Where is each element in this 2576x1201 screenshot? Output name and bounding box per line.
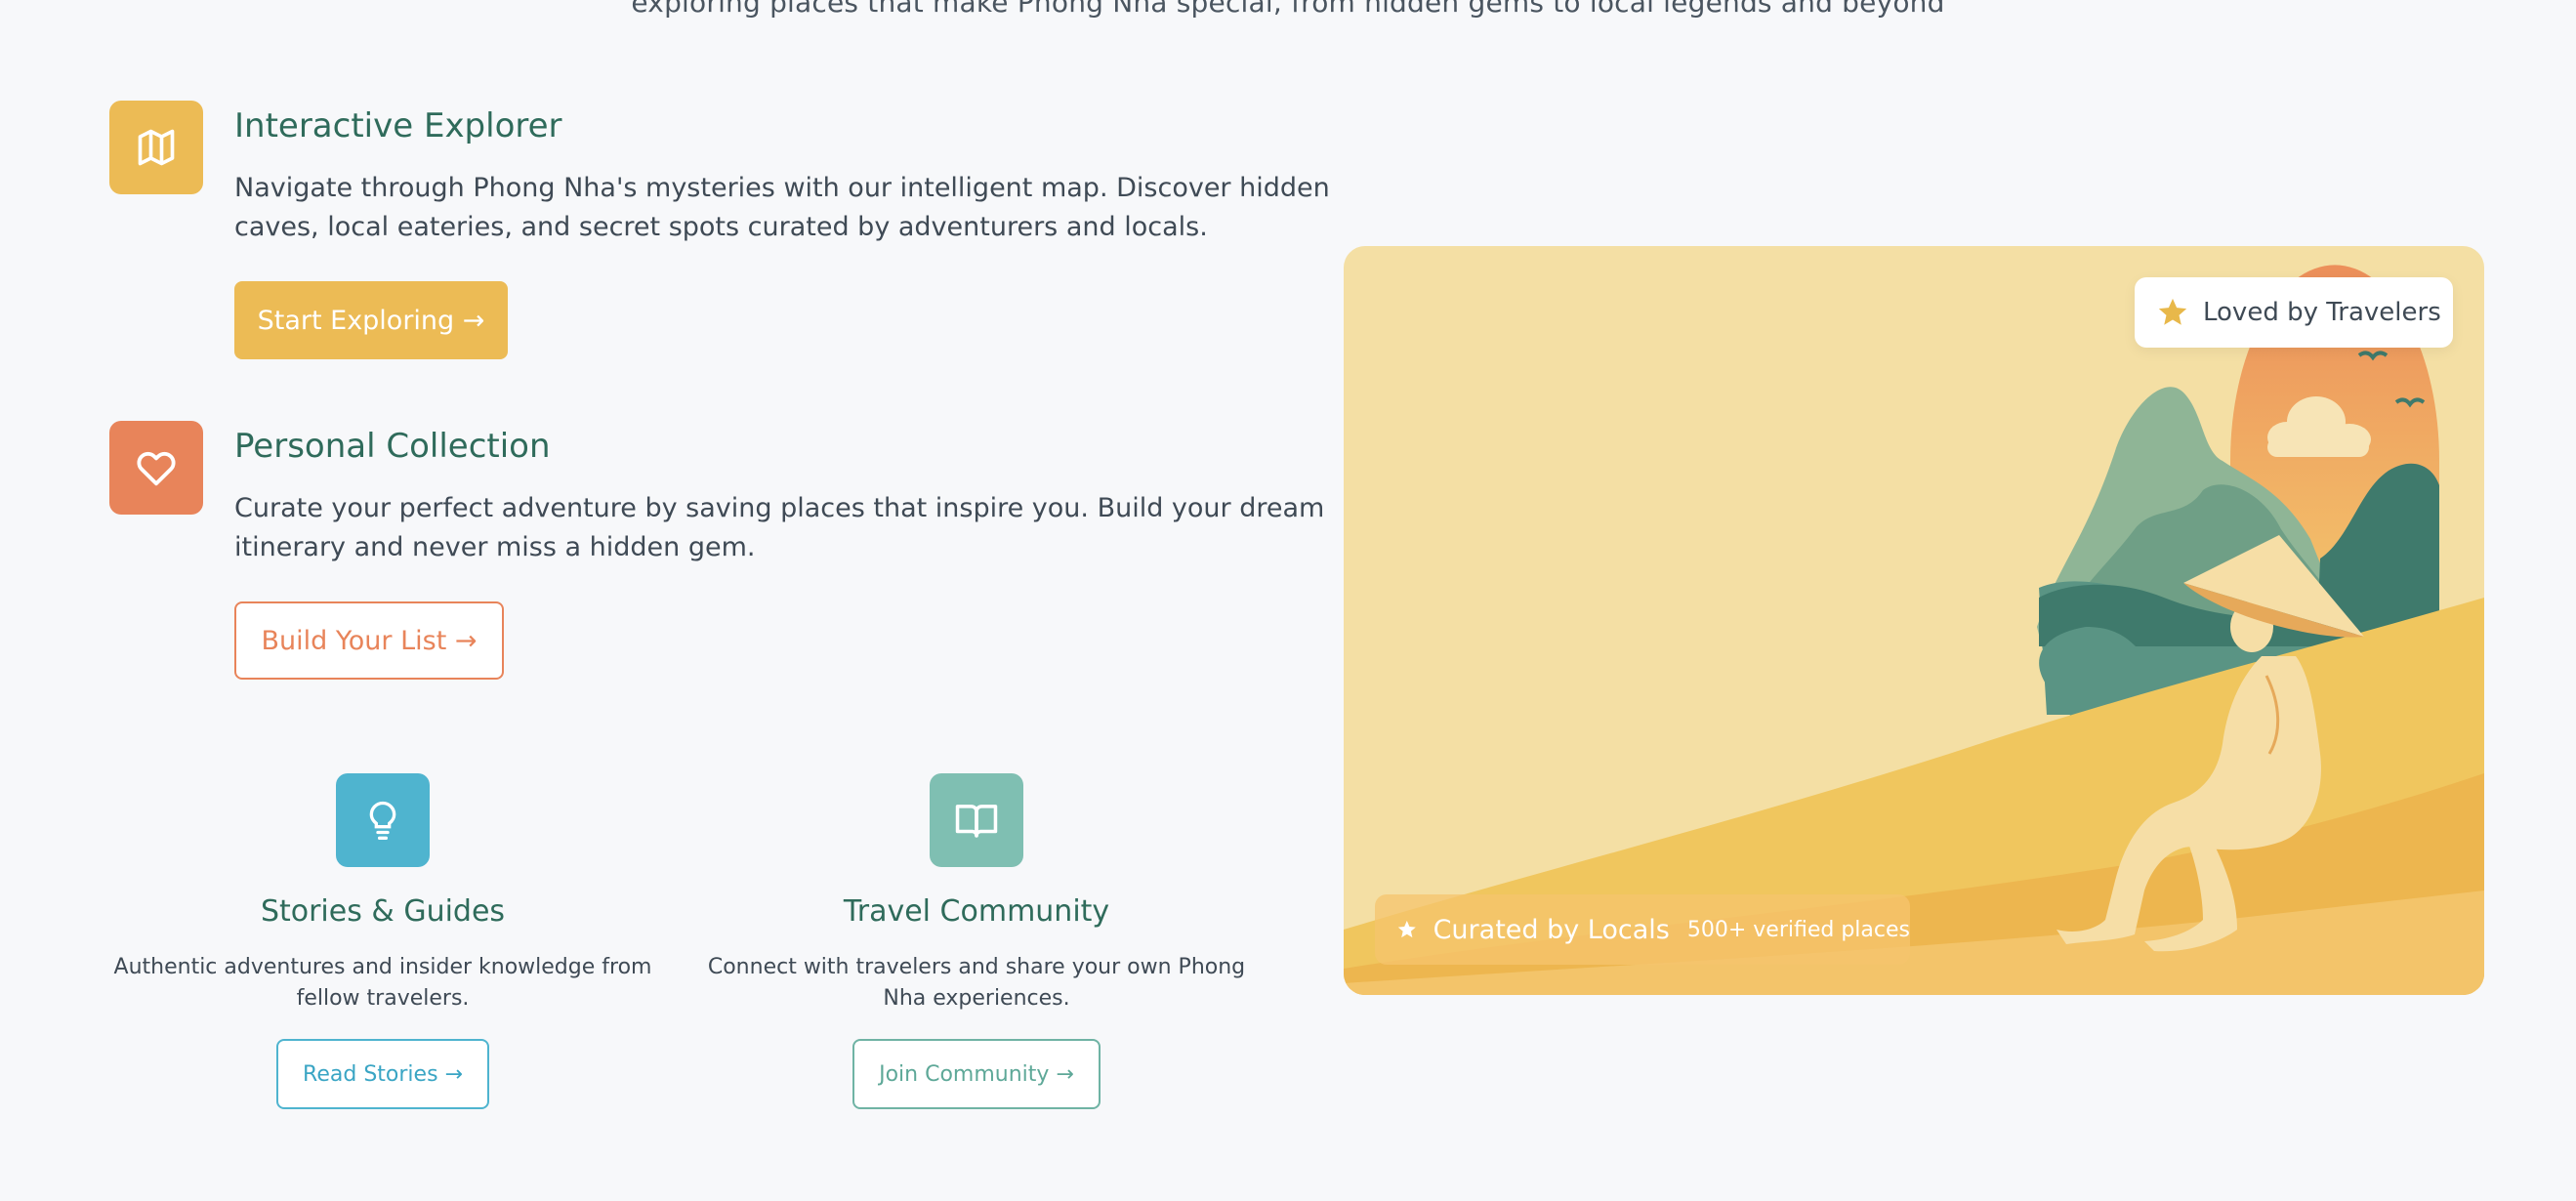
card-title: Travel Community (843, 894, 1110, 929)
traveler-landscape-illustration (1344, 265, 2484, 995)
badge-label: Loved by Travelers (2203, 298, 2441, 327)
book-open-icon (930, 773, 1023, 867)
star-icon (1397, 921, 1416, 938)
card-description: Authentic adventures and insider knowled… (113, 955, 652, 1011)
build-your-list-button[interactable]: Build Your List → (234, 601, 504, 680)
join-community-button[interactable]: Join Community → (852, 1039, 1101, 1109)
feature-title: Personal Collection (234, 427, 551, 466)
feature-interactive-explorer: Interactive Explorer Navigate through Ph… (109, 101, 1330, 364)
hero-illustration-card: Loved by Travelers Curated by Locals 500… (1344, 246, 2484, 995)
card-description: Connect with travelers and share your ow… (707, 955, 1246, 1011)
feature-description: Curate your perfect adventure by saving … (234, 493, 1325, 562)
badge-sublabel: 500+ verified places (1686, 917, 1910, 942)
lightbulb-icon (336, 773, 430, 867)
card-travel-community: Travel Community Connect with travelers … (703, 773, 1250, 1115)
read-stories-button[interactable]: Read Stories → (276, 1039, 489, 1109)
feature-description: Navigate through Phong Nha's mysteries w… (234, 173, 1330, 242)
star-icon (2158, 298, 2187, 325)
feature-personal-collection: Personal Collection Curate your perfect … (109, 421, 1324, 684)
map-icon (109, 101, 203, 194)
heart-icon (109, 421, 203, 515)
card-stories-guides: Stories & Guides Authentic adventures an… (109, 773, 656, 1115)
intro-partial-text: exploring places that make Phong Nha spe… (631, 0, 1945, 19)
card-title: Stories & Guides (260, 894, 506, 929)
feature-title: Interactive Explorer (234, 106, 562, 145)
badge-label: Curated by Locals (1433, 914, 1670, 945)
curated-by-locals-badge: Curated by Locals 500+ verified places (1375, 894, 1910, 965)
start-exploring-button[interactable]: Start Exploring → (234, 281, 508, 359)
loved-by-travelers-badge: Loved by Travelers (2135, 277, 2453, 348)
